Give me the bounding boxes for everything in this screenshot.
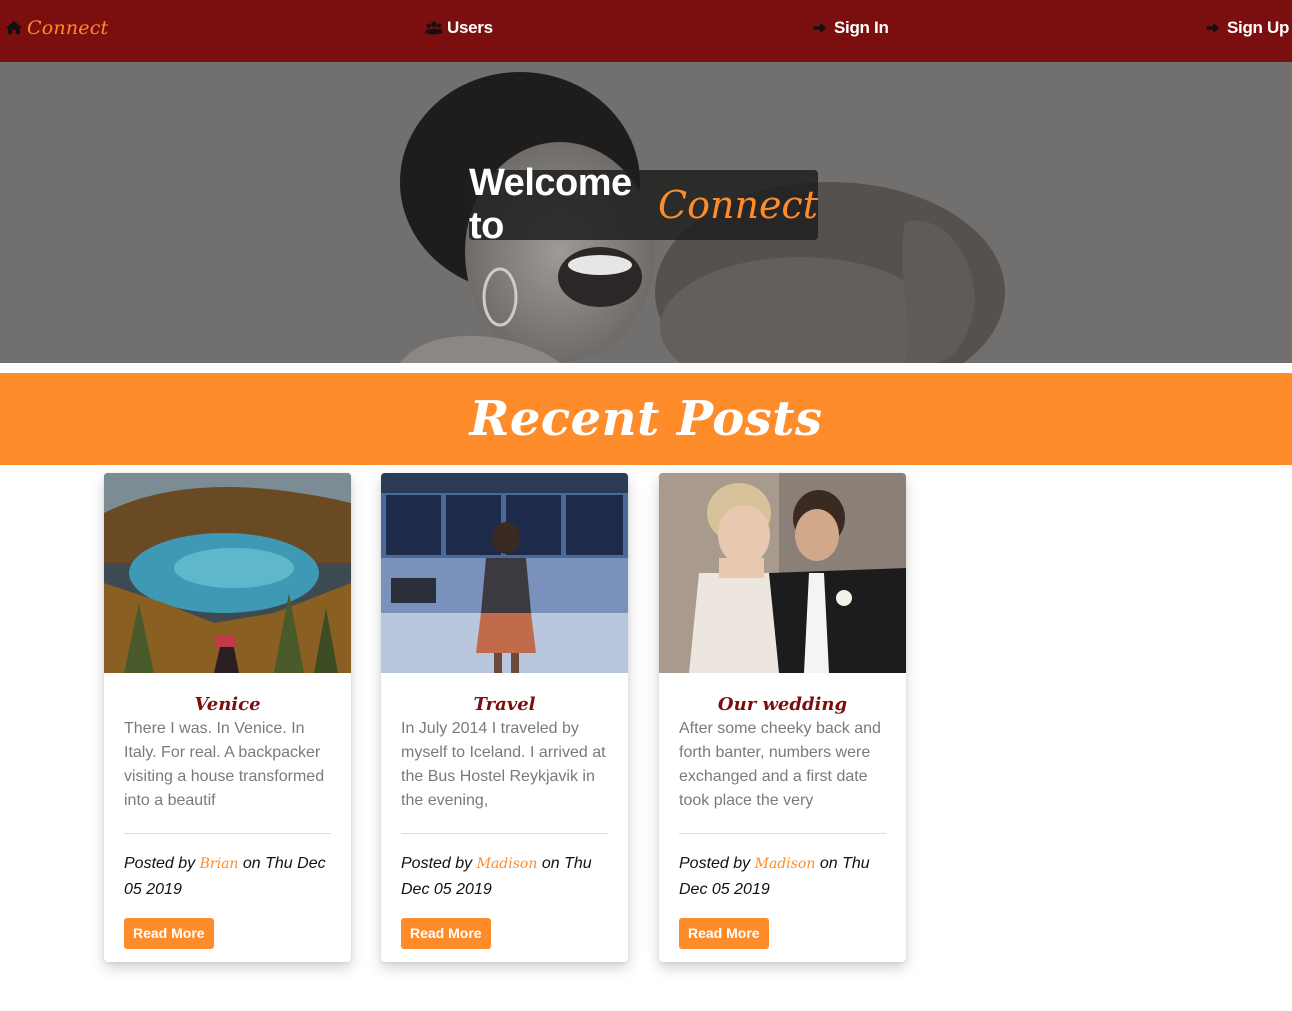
read-more-button[interactable]: Read More xyxy=(679,918,769,949)
posted-by-label: Posted by xyxy=(401,855,473,872)
post-meta: Posted by Madison on Thu Dec 05 2019 xyxy=(679,851,886,902)
post-divider xyxy=(401,833,608,834)
post-card: Travel In July 2014 I traveled by myself… xyxy=(381,473,628,962)
nav-signin-label: Sign In xyxy=(834,18,889,37)
hero-title-brand: Connect xyxy=(658,183,818,227)
nav-users-link[interactable]: Users xyxy=(425,17,493,39)
nav-users-label: Users xyxy=(447,18,493,37)
post-excerpt: In July 2014 I traveled by myself to Ice… xyxy=(401,720,606,809)
sign-in-icon xyxy=(813,22,827,34)
top-navbar: Connect Users Sign In Sign Up xyxy=(0,0,1292,62)
post-title: Our wedding xyxy=(717,694,848,715)
nav-signup-link[interactable]: Sign Up xyxy=(1205,17,1289,39)
post-excerpt: After some cheeky back and forth banter,… xyxy=(679,720,881,809)
post-divider xyxy=(124,833,331,834)
posted-by-label: Posted by xyxy=(124,855,196,872)
post-card-body: Travel In July 2014 I traveled by myself… xyxy=(381,673,628,949)
post-card-body: Our wedding After some cheeky back and f… xyxy=(659,673,906,949)
post-card-body: Venice There I was. In Venice. In Italy.… xyxy=(104,673,351,949)
hero-section: Welcome to Connect xyxy=(0,62,1292,363)
post-title: Venice xyxy=(194,694,261,715)
brand-name: Connect xyxy=(27,17,109,39)
post-image-wedding xyxy=(659,473,906,673)
post-card: Our wedding After some cheeky back and f… xyxy=(659,473,906,962)
recent-posts-banner: Recent Posts xyxy=(0,373,1292,465)
read-more-button[interactable]: Read More xyxy=(124,918,214,949)
post-meta: Posted by Brian on Thu Dec 05 2019 xyxy=(124,851,331,902)
hero-title: Welcome to Connect xyxy=(469,162,818,247)
post-author-link[interactable]: Brian xyxy=(200,856,239,872)
post-excerpt: There I was. In Venice. In Italy. For re… xyxy=(124,720,325,809)
home-icon xyxy=(5,20,23,35)
users-icon xyxy=(425,21,443,35)
posted-by-label: Posted by xyxy=(679,855,751,872)
post-image-lake xyxy=(104,473,351,673)
post-card: Venice There I was. In Venice. In Italy.… xyxy=(104,473,351,962)
post-author-link[interactable]: Madison xyxy=(755,856,816,872)
nav-signup-label: Sign Up xyxy=(1227,18,1290,37)
post-author-link[interactable]: Madison xyxy=(477,856,538,872)
sign-in-icon xyxy=(1206,22,1220,34)
recent-posts-heading: Recent Posts xyxy=(469,391,823,447)
post-image-airport xyxy=(381,473,628,673)
post-meta: Posted by Madison on Thu Dec 05 2019 xyxy=(401,851,608,902)
nav-signin-link[interactable]: Sign In xyxy=(812,17,889,39)
nav-home-link[interactable]: Connect xyxy=(5,17,108,39)
hero-title-text: Welcome to xyxy=(469,162,632,247)
post-title: Travel xyxy=(473,694,536,715)
post-divider xyxy=(679,833,886,834)
read-more-button[interactable]: Read More xyxy=(401,918,491,949)
